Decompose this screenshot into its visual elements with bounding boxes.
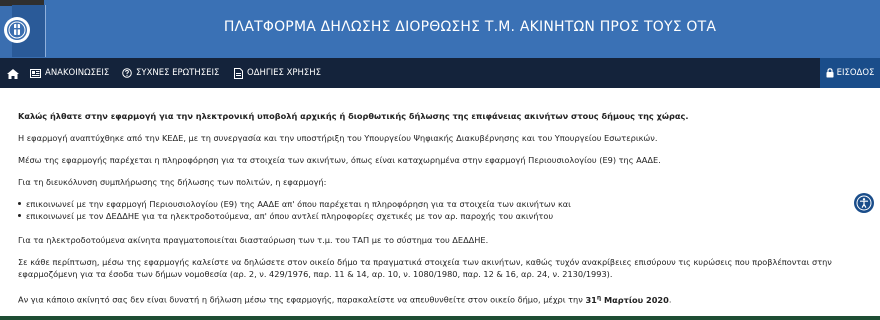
page-title: ΠΛΑΤΦΟΡΜΑ ΔΗΛΩΣΗΣ ΔΙΟΡΘΩΣΗΣ Τ.Μ. ΑΚΙΝΗΤΩ… xyxy=(223,19,717,35)
newspaper-icon xyxy=(30,68,41,78)
nav-item-announcements[interactable]: ΑΝΑΚΟΙΝΩΣΕΙΣ xyxy=(30,58,109,88)
paragraph-deadline: Αν για κάποιο ακίνητό σας δεν είναι δυνα… xyxy=(18,294,672,305)
nav-item-faq[interactable]: ΣΥΧΝΕΣ ΕΡΩΤΗΣΕΙΣ xyxy=(122,58,219,88)
welcome-text: Καλώς ήλθατε στην εφαρμογή για την ηλεκτ… xyxy=(18,111,689,121)
paragraph-cross-check: Για τα ηλεκτροδοτούμενα ακίνητα πραγματο… xyxy=(18,235,489,245)
login-button[interactable]: ΕΙΣΟΔΟΣ xyxy=(820,58,880,88)
footer-divider xyxy=(0,316,880,320)
nav-item-user-guide[interactable]: ΟΔΗΓΙΕΣ ΧΡΗΣΗΣ xyxy=(234,58,321,88)
list-item-text: επικοινωνεί με τον ΔΕΔΔΗΕ για τα ηλεκτρο… xyxy=(26,211,554,221)
main-navbar: ΑΝΑΚΟΙΝΩΣΕΙΣ ΣΥΧΝΕΣ ΕΡΩΤΗΣΕΙΣ ΟΔΗΓΙΕΣ ΧΡ… xyxy=(0,58,880,88)
paragraph-penalties: Σε κάθε περίπτωση, μέσω της εφαρμογής κα… xyxy=(18,257,832,279)
paragraph-development: Η εφαρμογή αναπτύχθηκε από την ΚΕΔΕ, με … xyxy=(18,133,658,143)
lock-icon xyxy=(826,68,834,78)
list-item: επικοινωνεί με τον ΔΕΔΔΗΕ για τα ηλεκτρο… xyxy=(18,210,553,222)
document-icon xyxy=(234,67,243,79)
list-item-text: επικοινωνεί με την εφαρμογή Περιουσιολογ… xyxy=(26,199,571,209)
greek-emblem-icon[interactable] xyxy=(4,17,30,43)
list-item: επικοινωνεί με την εφαρμογή Περιουσιολογ… xyxy=(18,198,571,210)
home-icon[interactable] xyxy=(6,66,20,80)
nav-label-faq: ΣΥΧΝΕΣ ΕΡΩΤΗΣΕΙΣ xyxy=(136,68,220,78)
paragraph-facilitation: Για τη διευκόλυνση συμπλήρωσης της δήλωσ… xyxy=(18,177,327,187)
deadline-text: Αν για κάποιο ακίνητό σας δεν είναι δυνα… xyxy=(18,294,586,305)
header-bar: ΠΛΑΤΦΟΡΜΑ ΔΗΛΩΣΗΣ ΔΙΟΡΘΩΣΗΣ Τ.Μ. ΑΚΙΝΗΤΩ… xyxy=(0,0,880,58)
paragraph-information: Μέσω της εφαρμογής παρέχεται η πληροφόρη… xyxy=(18,155,661,165)
login-label: ΕΙΣΟΔΟΣ xyxy=(836,68,875,78)
question-circle-icon xyxy=(122,68,132,78)
accessibility-icon[interactable] xyxy=(854,193,874,213)
logo-area xyxy=(0,0,46,58)
deadline-date: 31η Μαρτίου 2020 xyxy=(585,294,669,305)
nav-label-announcements: ΑΝΑΚΟΙΝΩΣΕΙΣ xyxy=(45,68,110,78)
nav-label-user-guide: ΟΔΗΓΙΕΣ ΧΡΗΣΗΣ xyxy=(247,68,322,78)
